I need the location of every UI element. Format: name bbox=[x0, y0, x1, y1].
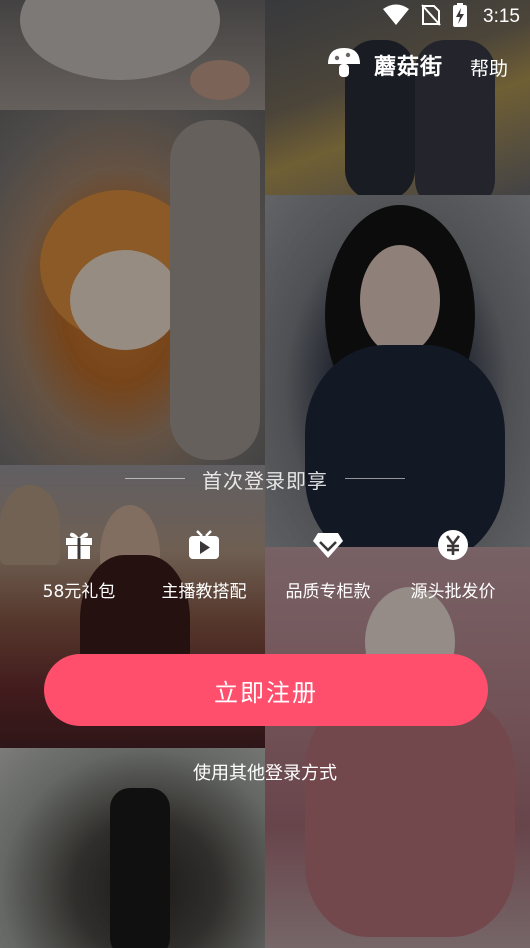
gift-icon bbox=[64, 530, 94, 564]
battery-charging-icon bbox=[453, 3, 468, 31]
first-login-banner: 首次登录即享 bbox=[0, 463, 530, 493]
benefit-gift: 58元礼包 bbox=[9, 531, 149, 602]
benefit-wholesale: 源头批发价 bbox=[383, 529, 523, 602]
tv-play-icon bbox=[188, 530, 220, 564]
yen-icon bbox=[437, 529, 469, 565]
background-photo-woman bbox=[265, 195, 530, 547]
background-photo-cat bbox=[0, 110, 265, 465]
benefit-host-styling: 主播教搭配 bbox=[134, 530, 274, 602]
divider-right bbox=[345, 478, 405, 479]
benefit-quality-label: 品质专柜款 bbox=[285, 582, 371, 602]
diamond-icon bbox=[312, 531, 344, 563]
brand-logo: 蘑菇街 bbox=[326, 46, 443, 84]
wifi-icon bbox=[383, 4, 410, 30]
benefit-gift-label: 58元礼包 bbox=[42, 582, 116, 602]
status-time: 3:15 bbox=[483, 6, 520, 27]
other-login-link[interactable]: 使用其他登录方式 bbox=[0, 759, 530, 785]
benefits-row: 58元礼包 主播教搭配 品质专柜款 源头批发价 bbox=[0, 529, 530, 611]
status-bar: 3:15 bbox=[0, 0, 530, 32]
register-button[interactable]: 立即注册 bbox=[44, 654, 488, 726]
benefit-quality: 品质专柜款 bbox=[258, 531, 398, 602]
mushroom-logo-icon bbox=[326, 46, 362, 84]
help-link[interactable]: 帮助 bbox=[470, 54, 508, 81]
benefit-wholesale-label: 源头批发价 bbox=[410, 582, 496, 602]
brand-name: 蘑菇街 bbox=[374, 55, 444, 80]
no-sim-icon bbox=[421, 4, 441, 30]
first-login-title: 首次登录即享 bbox=[202, 469, 328, 493]
benefit-host-styling-label: 主播教搭配 bbox=[161, 582, 247, 602]
